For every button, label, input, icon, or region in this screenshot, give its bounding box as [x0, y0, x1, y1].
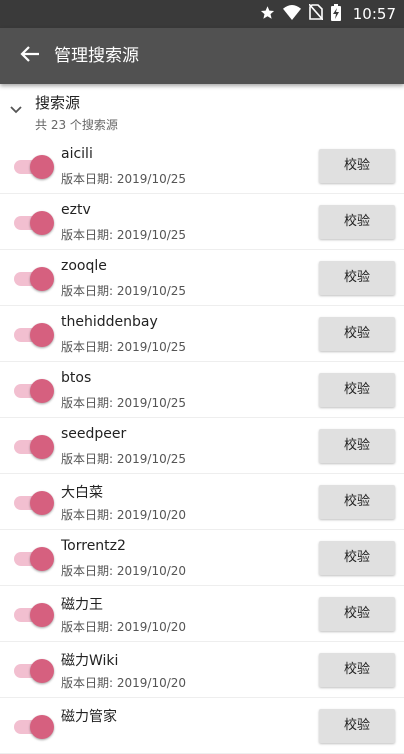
star-icon [260, 5, 275, 24]
source-date: 版本日期: 2019/10/25 [61, 396, 187, 410]
battery-charging-icon [330, 3, 341, 25]
enable-toggle[interactable] [14, 379, 54, 403]
source-date: 版本日期: 2019/10/25 [61, 340, 187, 354]
list-item: thehiddenbay 版本日期: 2019/10/25 校验 [0, 306, 404, 362]
arrow-back-icon [20, 45, 40, 67]
enable-toggle[interactable] [14, 323, 54, 347]
source-list: aicili 版本日期: 2019/10/25 校验 eztv 版本日期: 20… [0, 138, 404, 754]
enable-toggle[interactable] [14, 155, 54, 179]
verify-button[interactable]: 校验 [319, 485, 395, 519]
status-time: 10:57 [352, 5, 396, 23]
enable-toggle[interactable] [14, 715, 54, 739]
source-name: 磁力Wiki [61, 653, 119, 669]
source-date: 版本日期: 2019/10/25 [61, 452, 187, 466]
wifi-icon [282, 4, 301, 24]
source-name: aicili [61, 146, 93, 162]
list-item: 磁力Wiki 版本日期: 2019/10/20 校验 [0, 642, 404, 698]
verify-button[interactable]: 校验 [319, 149, 395, 183]
list-item: 磁力王 版本日期: 2019/10/20 校验 [0, 586, 404, 642]
source-date: 版本日期: 2019/10/20 [61, 676, 187, 690]
list-item: 磁力管家 校验 [0, 698, 404, 754]
status-bar: 10:57 [0, 0, 404, 28]
verify-button[interactable]: 校验 [319, 317, 395, 351]
source-name: 大白菜 [61, 485, 103, 501]
source-name: 磁力王 [61, 597, 103, 613]
app-bar: 管理搜索源 [0, 28, 404, 84]
verify-button[interactable]: 校验 [319, 429, 395, 463]
group-count: 共 23 个搜索源 [35, 118, 118, 132]
source-name: 磁力管家 [61, 709, 117, 725]
verify-button[interactable]: 校验 [319, 597, 395, 631]
source-name: btos [61, 370, 92, 386]
source-date: 版本日期: 2019/10/25 [61, 172, 187, 186]
verify-button[interactable]: 校验 [319, 205, 395, 239]
verify-button[interactable]: 校验 [319, 373, 395, 407]
source-name: thehiddenbay [61, 314, 158, 330]
back-button[interactable] [10, 36, 50, 76]
no-sim-icon [308, 3, 324, 24]
enable-toggle[interactable] [14, 267, 54, 291]
list-item: Torrentz2 版本日期: 2019/10/20 校验 [0, 530, 404, 586]
list-item: zooqle 版本日期: 2019/10/25 校验 [0, 250, 404, 306]
enable-toggle[interactable] [14, 491, 54, 515]
chevron-down-icon[interactable] [8, 102, 24, 118]
list-item: btos 版本日期: 2019/10/25 校验 [0, 362, 404, 418]
verify-button[interactable]: 校验 [319, 653, 395, 687]
list-item: aicili 版本日期: 2019/10/25 校验 [0, 138, 404, 194]
list-item: 大白菜 版本日期: 2019/10/20 校验 [0, 474, 404, 530]
source-name: Torrentz2 [61, 538, 126, 554]
enable-toggle[interactable] [14, 547, 54, 571]
list-item: seedpeer 版本日期: 2019/10/25 校验 [0, 418, 404, 474]
group-header[interactable]: 搜索源 共 23 个搜索源 [0, 84, 404, 140]
source-date: 版本日期: 2019/10/20 [61, 564, 187, 578]
enable-toggle[interactable] [14, 211, 54, 235]
status-icons: 10:57 [260, 0, 396, 28]
verify-button[interactable]: 校验 [319, 541, 395, 575]
source-name: eztv [61, 202, 91, 218]
verify-button[interactable]: 校验 [319, 261, 395, 295]
source-date: 版本日期: 2019/10/25 [61, 284, 187, 298]
group-title: 搜索源 [35, 94, 81, 112]
source-date: 版本日期: 2019/10/20 [61, 508, 187, 522]
source-date: 版本日期: 2019/10/20 [61, 620, 187, 634]
enable-toggle[interactable] [14, 603, 54, 627]
source-date: 版本日期: 2019/10/25 [61, 228, 187, 242]
enable-toggle[interactable] [14, 435, 54, 459]
source-name: seedpeer [61, 426, 127, 442]
enable-toggle[interactable] [14, 659, 54, 683]
page-title: 管理搜索源 [54, 46, 139, 66]
verify-button[interactable]: 校验 [319, 709, 395, 743]
source-name: zooqle [61, 258, 107, 274]
list-item: eztv 版本日期: 2019/10/25 校验 [0, 194, 404, 250]
